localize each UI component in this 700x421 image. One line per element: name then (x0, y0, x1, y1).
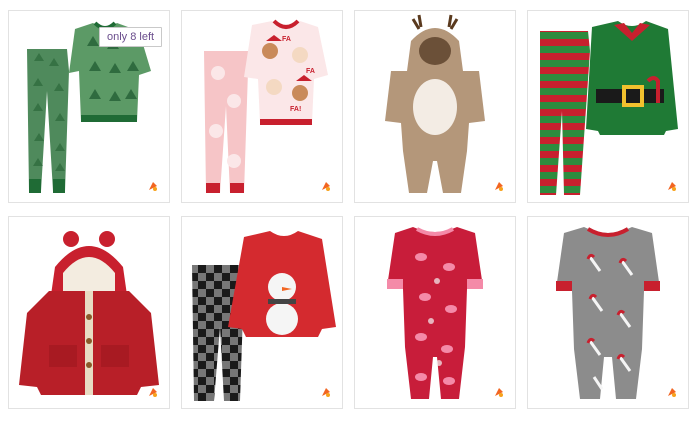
product-card-reindeer-jumpsuit[interactable] (354, 10, 516, 203)
product-card-tree-pajamas[interactable]: only 8 left (8, 10, 170, 203)
flamingo-sleeper-image (387, 227, 483, 399)
reindeer-jumpsuit-image (385, 14, 485, 193)
svg-text:FA: FA (282, 36, 291, 43)
product-card-flamingo-sleeper[interactable] (354, 216, 516, 409)
product-card-candy-cane-sleeper[interactable] (527, 216, 689, 409)
quick-view-icon[interactable] (147, 386, 159, 398)
product-card-reindeer-santa-pajamas[interactable]: FA FA FA! (181, 10, 343, 203)
product-card-snowman-pajamas[interactable] (181, 216, 343, 409)
quick-view-icon[interactable] (147, 180, 159, 192)
quick-view-icon[interactable] (320, 180, 332, 192)
svg-text:FA: FA (306, 68, 315, 75)
snowman-pajama-image (192, 231, 336, 401)
quick-view-icon[interactable] (493, 180, 505, 192)
sherpa-jacket-image (19, 231, 159, 395)
reindeer-santa-pajama-image: FA FA FA! (204, 19, 328, 193)
quick-view-icon[interactable] (320, 386, 332, 398)
elf-pajama-image (540, 21, 678, 195)
svg-text:FA!: FA! (290, 106, 301, 113)
product-card-elf-pajamas[interactable] (527, 10, 689, 203)
quick-view-icon[interactable] (666, 386, 678, 398)
candy-cane-sleeper-image (556, 227, 660, 399)
product-card-sherpa-jacket[interactable] (8, 216, 170, 409)
quick-view-icon[interactable] (666, 180, 678, 192)
quick-view-icon[interactable] (493, 386, 505, 398)
stock-badge: only 8 left (99, 27, 163, 47)
